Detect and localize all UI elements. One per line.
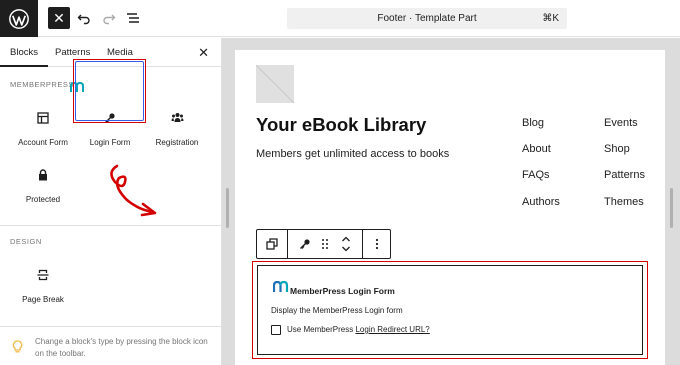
checkbox-label-text: Use MemberPress	[287, 325, 354, 334]
document-title: Footer · Template Part	[377, 13, 477, 24]
editor-top-bar: ✕ Footer · Template Part ⌘K	[0, 0, 680, 37]
drag-handle-icon	[322, 239, 328, 249]
memberpress-block-description: Display the MemberPress Login form	[271, 306, 403, 315]
block-label: Login Form	[89, 138, 131, 147]
login-redirect-url-link[interactable]: Login Redirect URL?	[355, 325, 429, 334]
list-view-icon	[127, 13, 139, 23]
toolbar-separator	[287, 230, 288, 258]
close-icon[interactable]: ✕	[198, 45, 209, 61]
memberpress-block-title: MemberPress Login Form	[290, 286, 395, 296]
move-updown-icon	[342, 236, 350, 252]
key-icon	[300, 239, 310, 249]
wordpress-icon	[9, 8, 29, 29]
drag-arrow-annotation	[110, 164, 157, 217]
block-label: Account Form	[18, 138, 68, 147]
nav-link[interactable]: Events	[604, 117, 638, 129]
undo-button[interactable]	[74, 7, 94, 29]
wordpress-logo-button[interactable]	[0, 0, 38, 37]
lock-icon	[8, 169, 78, 183]
site-logo-placeholder[interactable]	[256, 65, 294, 103]
lightbulb-icon	[12, 340, 23, 357]
memberpress-logo-icon	[272, 280, 290, 298]
nav-link[interactable]: Authors	[522, 196, 560, 208]
section-divider	[0, 225, 222, 226]
section-divider	[0, 326, 222, 327]
block-label: Page Break	[22, 295, 64, 304]
memberpress-section-label: MEMBERPRESS	[10, 80, 74, 89]
close-icon: ✕	[53, 9, 65, 26]
nav-link[interactable]: Blog	[522, 117, 544, 129]
transform-button[interactable]	[257, 230, 287, 258]
resize-handle-right[interactable]	[670, 188, 673, 228]
command-shortcut: ⌘K	[542, 13, 559, 24]
transform-icon	[266, 238, 278, 250]
block-label: Registration	[155, 138, 199, 147]
page-break-icon	[8, 269, 78, 283]
block-type-button[interactable]	[295, 230, 315, 258]
tab-blocks[interactable]: Blocks	[0, 38, 48, 67]
nav-link[interactable]: Shop	[604, 143, 630, 155]
block-account-form[interactable]: Account Form	[8, 98, 78, 162]
drag-handle-button[interactable]	[317, 230, 333, 258]
site-title[interactable]: Your eBook Library	[256, 114, 426, 136]
table-icon	[8, 112, 78, 126]
more-vertical-icon	[375, 238, 379, 250]
users-icon	[142, 112, 212, 126]
nav-link[interactable]: Themes	[604, 196, 644, 208]
undo-icon	[77, 14, 90, 25]
redirect-url-checkbox-label: Use MemberPress Login Redirect URL?	[287, 325, 430, 334]
block-protected[interactable]: Protected	[8, 155, 78, 219]
resize-handle-left[interactable]	[226, 188, 229, 228]
close-inserter-button[interactable]: ✕	[48, 7, 70, 29]
design-section-label: DESIGN	[10, 237, 42, 246]
block-label: Protected	[25, 195, 61, 204]
nav-link[interactable]: Patterns	[604, 169, 645, 181]
list-view-button[interactable]	[123, 7, 143, 29]
move-updown-button[interactable]	[337, 230, 355, 258]
command-palette-bar[interactable]: Footer · Template Part ⌘K	[287, 8, 567, 29]
login-form-highlight-box	[73, 59, 146, 123]
nav-link[interactable]: About	[522, 143, 551, 155]
block-registration[interactable]: Registration	[142, 98, 212, 162]
redirect-url-checkbox[interactable]	[271, 325, 281, 335]
redo-button[interactable]	[99, 7, 119, 29]
block-toolbar	[256, 229, 391, 259]
redo-icon	[103, 14, 116, 25]
site-tagline[interactable]: Members get unlimited access to books	[256, 148, 449, 160]
block-page-break[interactable]: Page Break	[8, 255, 78, 319]
tip-text: Change a block's type by pressing the bl…	[35, 337, 208, 358]
inserter-tip: Change a block's type by pressing the bl…	[12, 336, 212, 360]
nav-link[interactable]: FAQs	[522, 169, 550, 181]
block-options-button[interactable]	[363, 230, 391, 258]
